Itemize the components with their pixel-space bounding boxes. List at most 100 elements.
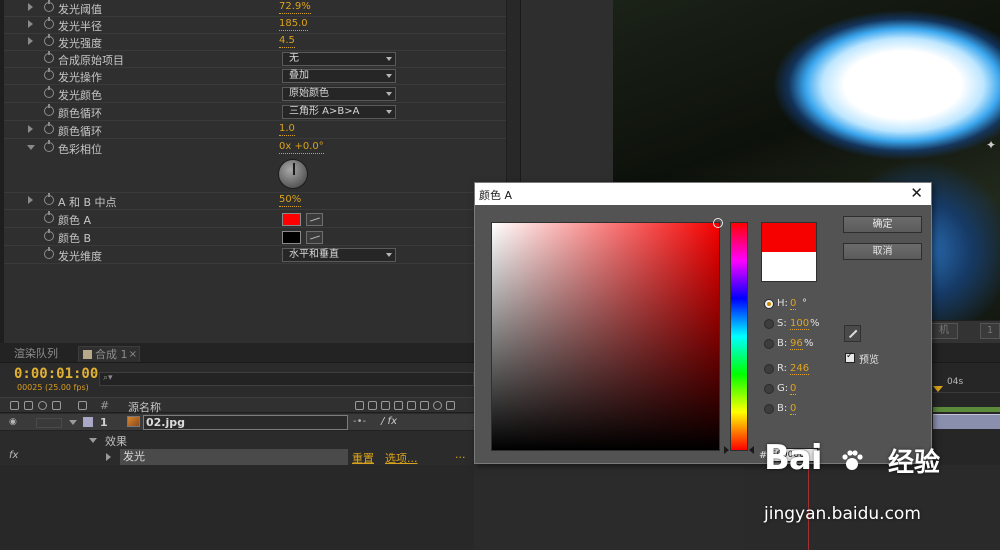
green-value[interactable]: 0 [790,383,797,395]
twirl-open-icon[interactable] [27,145,35,150]
prop-value[interactable]: 50% [279,194,302,207]
twirl-open-icon[interactable] [69,420,77,425]
work-area-bar[interactable] [933,407,1000,412]
stopwatch-icon[interactable] [44,68,54,80]
stopwatch-icon[interactable] [44,0,54,12]
prop-value[interactable]: 185.0 [279,18,308,31]
saturation-brightness-field[interactable] [491,218,723,451]
glow-colors-dropdown[interactable]: 原始颜色 [282,87,396,101]
tab-composition[interactable]: 合成 1 × [78,346,140,362]
twirl-icon[interactable] [28,125,33,133]
original-color-swatch[interactable] [761,252,817,282]
composite-original-dropdown[interactable]: 无 [282,52,396,66]
red-value[interactable]: 246 [790,363,810,375]
color-b-swatch[interactable] [282,231,301,244]
color-looping-dropdown[interactable]: 三角形 A>B>A [282,105,396,119]
saturation-value[interactable]: 100 [790,318,810,330]
more-link[interactable]: ... [455,448,466,461]
solo-icon[interactable] [38,401,47,410]
brightness-radio[interactable] [764,339,774,349]
3d-layer-icon[interactable] [446,401,455,410]
playhead-icon[interactable] [933,386,943,392]
eye-icon[interactable]: ◉ [9,417,17,427]
close-icon[interactable]: ✕ [910,184,923,202]
glow-effect-row[interactable]: fx 发光 重置 选项... ... [0,448,474,466]
color-marker-icon[interactable] [713,218,723,228]
stopwatch-icon[interactable] [44,17,54,29]
close-icon[interactable]: × [129,347,137,363]
preview-checkbox[interactable] [845,351,855,363]
frame-blend-icon[interactable] [407,401,416,410]
time-ruler[interactable]: 04s [933,373,1000,393]
green-radio[interactable] [764,384,774,394]
prop-color-b[interactable]: 颜色 B [4,229,506,246]
stopwatch-icon[interactable] [44,34,54,46]
prop-color-loops[interactable]: 颜色循环 1.0 [4,122,506,139]
red-radio[interactable] [764,364,774,374]
layer-switch-boxes[interactable] [36,418,62,428]
hue-slider-right-arrow-icon[interactable] [749,446,754,454]
glow-dimensions-dropdown[interactable]: 水平和垂直 [282,248,396,262]
prop-color-looping[interactable]: 颜色循环 三角形 A>B>A [4,104,506,121]
tab-render-queue[interactable]: 渲染队列 [6,346,74,362]
layer-name[interactable]: 02.jpg [143,415,348,430]
motion-blur-icon[interactable] [420,401,429,410]
column-source-name[interactable]: 源名称 [128,399,161,415]
layer-search-input[interactable]: ⌕▾ [99,372,474,386]
blue-radio[interactable] [764,404,774,414]
fx-switch-icon[interactable]: / fx [381,416,397,427]
prop-color-a[interactable]: 颜色 A [4,211,506,228]
fx-icon[interactable]: fx [9,450,18,461]
eye-icon[interactable] [10,401,19,410]
prop-value[interactable]: 4.5 [279,35,295,48]
prop-glow-intensity[interactable]: 发光强度 4.5 [4,34,506,51]
glow-operation-dropdown[interactable]: 叠加 [282,69,396,83]
color-phase-dial[interactable] [278,159,308,189]
dialog-titlebar[interactable]: 颜色 A ✕ [475,183,931,205]
collapse-icon[interactable] [368,401,377,410]
adjustment-icon[interactable] [433,401,442,410]
prop-glow-operation[interactable]: 发光操作 叠加 [4,68,506,85]
prop-value[interactable]: 72.9% [279,1,311,14]
reset-link[interactable]: 重置 [352,450,374,466]
twirl-icon[interactable] [28,3,33,11]
blue-value[interactable]: 0 [790,403,797,415]
twirl-icon[interactable] [106,453,111,461]
prop-glow-colors[interactable]: 发光颜色 原始颜色 [4,86,506,103]
stopwatch-icon[interactable] [44,104,54,116]
layer-duration-bar[interactable] [933,414,1000,429]
prop-composite-original[interactable]: 合成原始项目 无 [4,51,506,68]
stopwatch-icon[interactable] [44,193,54,205]
stopwatch-icon[interactable] [44,247,54,259]
eyedropper-icon[interactable] [306,231,323,244]
stopwatch-icon[interactable] [44,86,54,98]
glow-effect-name[interactable]: 发光 [120,449,348,465]
hue-slider[interactable] [730,222,748,451]
stopwatch-icon[interactable] [44,51,54,63]
twirl-icon[interactable] [28,37,33,45]
twirl-open-icon[interactable] [89,438,97,443]
cancel-button[interactable]: 取消 [843,243,922,260]
audio-icon[interactable] [24,401,33,410]
layer-label-color[interactable] [83,417,93,427]
options-link[interactable]: 选项... [385,450,418,466]
eyedropper-icon[interactable] [844,325,861,342]
fx-icon[interactable] [394,401,403,410]
lock-icon[interactable] [52,401,61,410]
saturation-radio[interactable] [764,319,774,329]
label-icon[interactable] [78,401,87,410]
prop-value[interactable]: 1.0 [279,123,295,136]
stopwatch-icon[interactable] [44,211,54,223]
ok-button[interactable]: 确定 [843,216,922,233]
layer-row[interactable]: ◉ 1 02.jpg -•- / fx [0,414,474,431]
prop-color-phase[interactable]: 色彩相位 0x +0.0° [4,140,506,193]
stopwatch-icon[interactable] [44,140,54,152]
prop-glow-radius[interactable]: 发光半径 185.0 [4,17,506,34]
prop-glow-threshold[interactable]: 发光阈值 72.9% [4,0,506,17]
current-time-display[interactable]: 0:00:01:00 [14,366,98,382]
prop-glow-dimensions[interactable]: 发光维度 水平和垂直 [4,247,506,264]
shy-icon[interactable] [355,401,364,410]
prop-ab-midpoint[interactable]: A 和 B 中点 50% [4,193,506,210]
hue-value[interactable]: 0 [790,298,797,310]
quality-icon[interactable] [381,401,390,410]
